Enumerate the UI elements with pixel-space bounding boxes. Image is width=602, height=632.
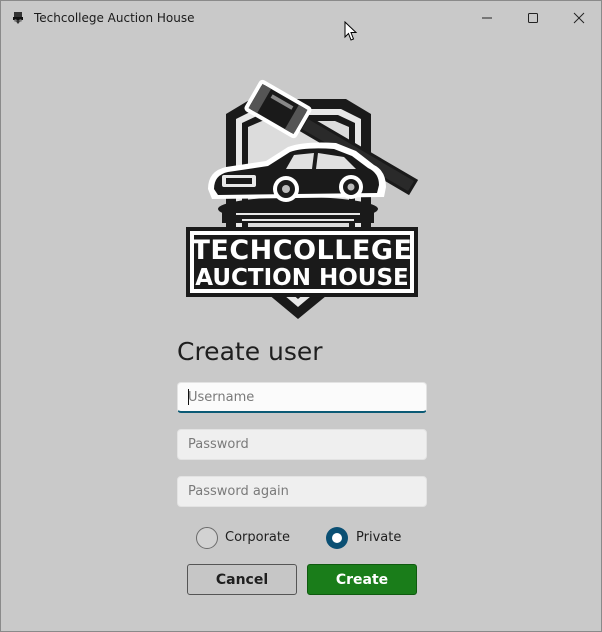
window-title: Techcollege Auction House xyxy=(34,11,195,25)
app-window: Techcollege Auction House TECHCOLLEGE AU… xyxy=(0,0,602,632)
password-again-input[interactable] xyxy=(177,476,427,507)
app-icon xyxy=(10,10,26,26)
logo-line-1: TECHCOLLEGE xyxy=(192,235,413,266)
title-bar[interactable]: Techcollege Auction House xyxy=(1,1,601,35)
corporate-radio-label[interactable]: Corporate xyxy=(225,530,290,545)
private-radio-label[interactable]: Private xyxy=(356,530,401,545)
private-radio[interactable] xyxy=(326,527,348,549)
mouse-cursor-icon xyxy=(344,21,358,41)
page-title: Create user xyxy=(177,337,323,366)
maximize-button[interactable] xyxy=(510,1,556,35)
logo-line-2: AUCTION HOUSE xyxy=(195,265,408,291)
close-button[interactable] xyxy=(556,1,602,35)
radio-selected-dot xyxy=(332,533,342,543)
text-caret xyxy=(188,389,189,405)
maximize-icon xyxy=(528,13,538,23)
close-icon xyxy=(573,12,585,24)
minimize-icon xyxy=(482,17,492,19)
password-input[interactable] xyxy=(177,429,427,460)
cancel-button[interactable]: Cancel xyxy=(187,564,297,595)
username-input[interactable] xyxy=(177,382,427,413)
minimize-button[interactable] xyxy=(464,1,510,35)
auction-house-logo: TECHCOLLEGE AUCTION HOUSE xyxy=(186,79,418,319)
create-button[interactable]: Create xyxy=(307,564,417,595)
corporate-radio[interactable] xyxy=(196,527,218,549)
